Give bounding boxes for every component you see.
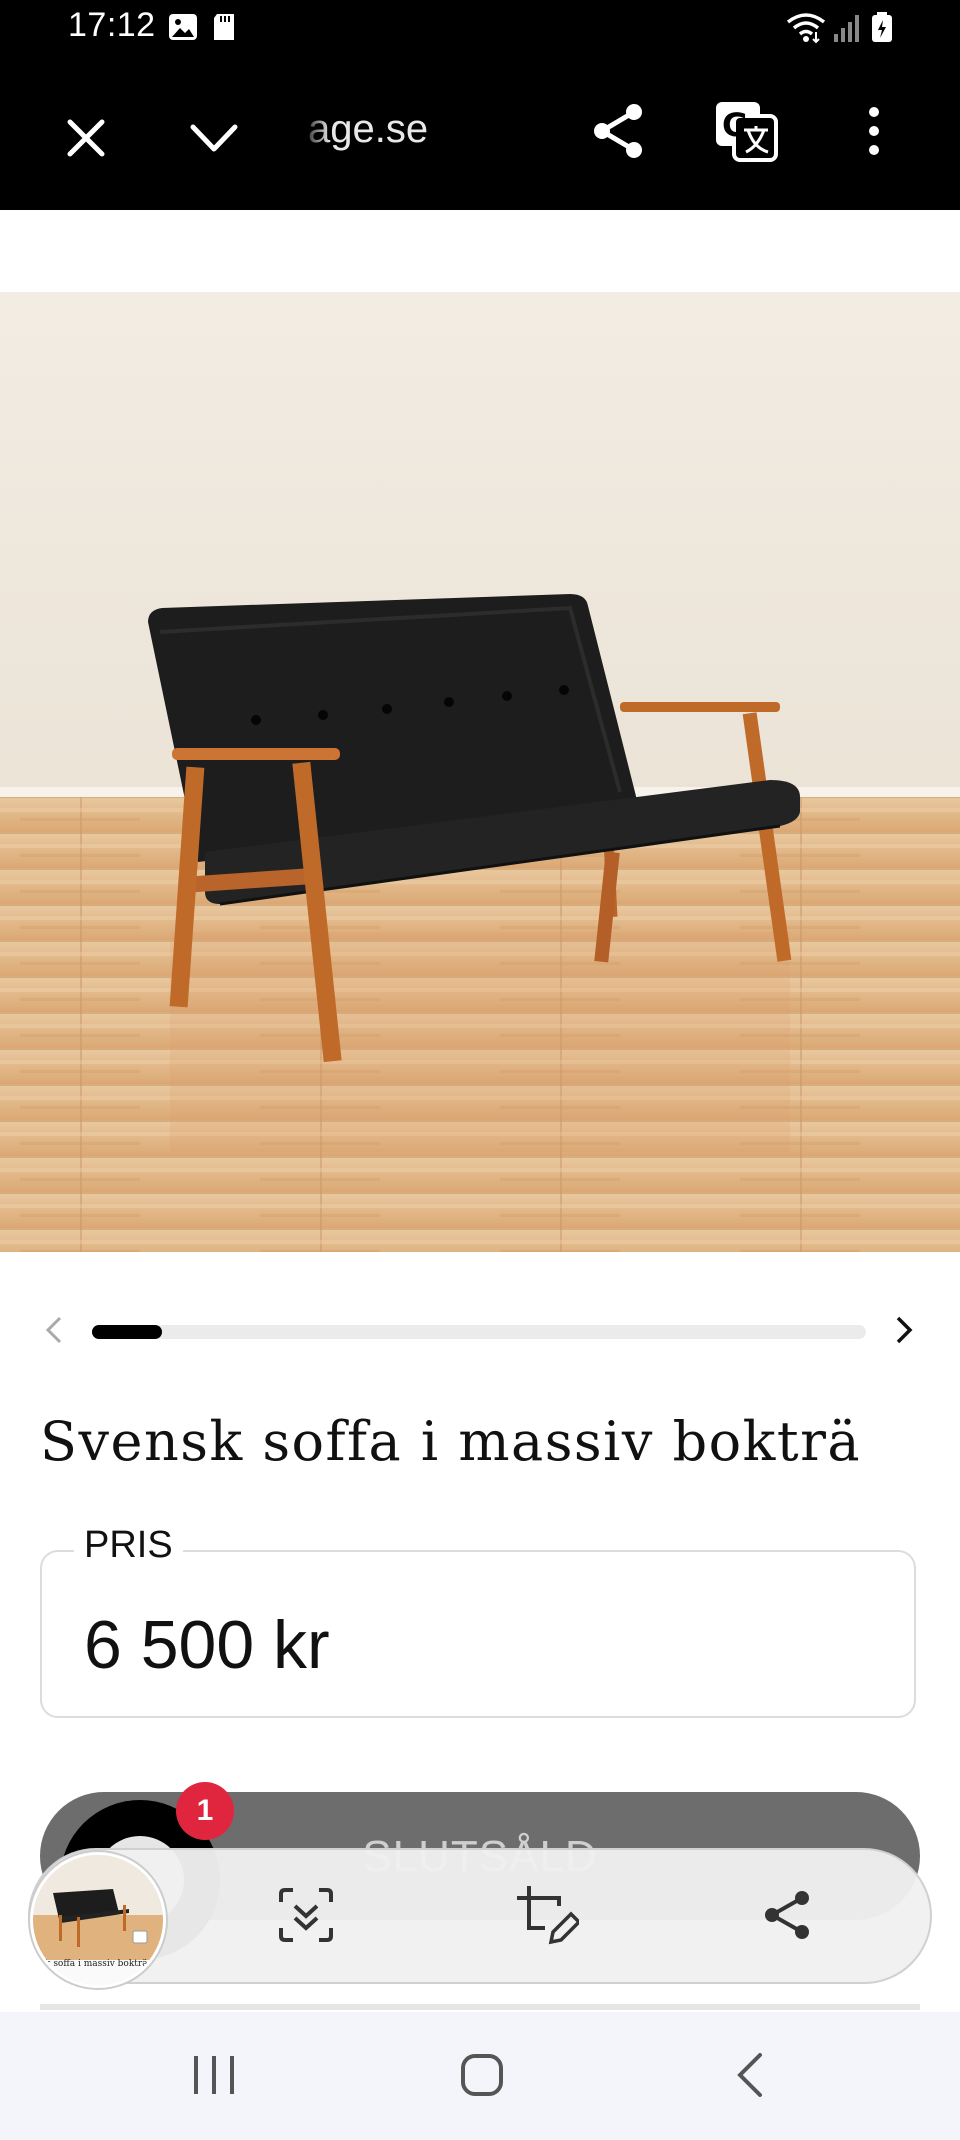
share-icon bbox=[590, 102, 646, 165]
minimize-button[interactable] bbox=[174, 100, 254, 180]
scroll-capture-button[interactable] bbox=[271, 1882, 341, 1952]
notification-badge: 1 bbox=[176, 1782, 234, 1840]
image-icon bbox=[168, 12, 198, 47]
share-screenshot-button[interactable] bbox=[752, 1882, 822, 1952]
share-button[interactable] bbox=[578, 93, 658, 173]
carousel-progress-fill bbox=[92, 1325, 162, 1339]
scroll-capture-icon bbox=[277, 1886, 335, 1949]
carousel-next-button[interactable] bbox=[884, 1312, 924, 1352]
translate-icon: G bbox=[714, 100, 778, 167]
product-title: Svensk soffa i massiv bokträ bbox=[40, 1410, 862, 1473]
chevron-down-icon bbox=[189, 121, 239, 160]
crop-edit-button[interactable] bbox=[512, 1882, 582, 1952]
status-bar: 17:12 bbox=[0, 0, 960, 60]
chevron-left-icon bbox=[45, 1315, 63, 1350]
more-options-button[interactable] bbox=[834, 93, 914, 173]
crop-edit-icon bbox=[515, 1884, 582, 1951]
browser-toolbar bbox=[0, 60, 960, 210]
recents-button[interactable] bbox=[174, 2042, 254, 2112]
sd-card-icon bbox=[212, 12, 236, 47]
price-box: PRIS 6 500 kr bbox=[40, 1524, 916, 1718]
svg-text:G: G bbox=[722, 106, 748, 144]
close-tab-button[interactable] bbox=[46, 100, 126, 180]
more-vert-icon bbox=[867, 106, 881, 161]
home-icon bbox=[460, 2053, 504, 2102]
chevron-right-icon bbox=[895, 1315, 913, 1350]
battery-icon bbox=[870, 12, 894, 49]
price-value: 6 500 kr bbox=[84, 1607, 330, 1683]
back-button[interactable] bbox=[710, 2042, 790, 2112]
recents-icon bbox=[192, 2054, 236, 2101]
price-label: PRIS bbox=[74, 1524, 183, 1567]
product-image[interactable] bbox=[0, 292, 960, 1252]
share-icon bbox=[762, 1889, 812, 1946]
carousel-progress[interactable] bbox=[92, 1325, 866, 1339]
status-time: 17:12 bbox=[68, 6, 156, 44]
thumbnail-caption: k soffa i massiv bokträ bbox=[45, 1959, 148, 1969]
carousel-prev-button[interactable] bbox=[34, 1312, 74, 1352]
home-button[interactable] bbox=[442, 2042, 522, 2112]
wifi-icon bbox=[786, 12, 826, 49]
content-divider bbox=[40, 2004, 920, 2010]
back-icon bbox=[736, 2051, 764, 2104]
system-nav-bar bbox=[0, 2012, 960, 2140]
translate-button[interactable]: G bbox=[706, 93, 786, 173]
screenshot-thumbnail[interactable]: k soffa i massiv bokträ bbox=[30, 1852, 166, 1988]
close-icon bbox=[64, 116, 108, 165]
url-fade bbox=[300, 100, 330, 160]
signal-icon bbox=[832, 12, 862, 49]
